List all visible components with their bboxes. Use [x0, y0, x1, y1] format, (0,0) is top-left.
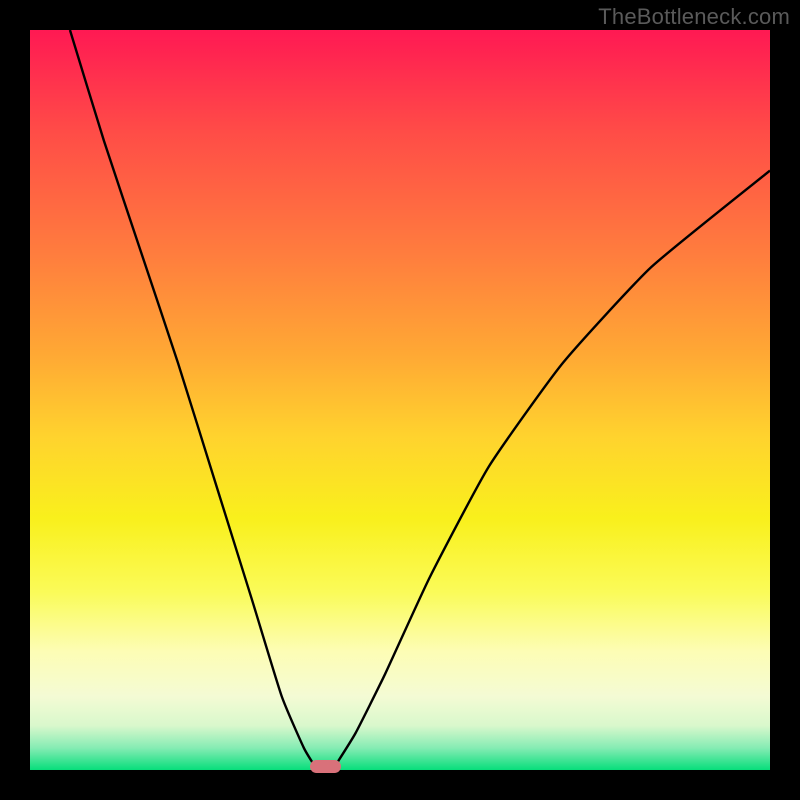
bottleneck-marker	[310, 760, 341, 773]
curve-left-branch	[70, 30, 315, 766]
plot-area	[30, 30, 770, 770]
curve-svg	[30, 30, 770, 770]
curve-right-branch	[335, 171, 770, 767]
watermark-text: TheBottleneck.com	[598, 4, 790, 30]
